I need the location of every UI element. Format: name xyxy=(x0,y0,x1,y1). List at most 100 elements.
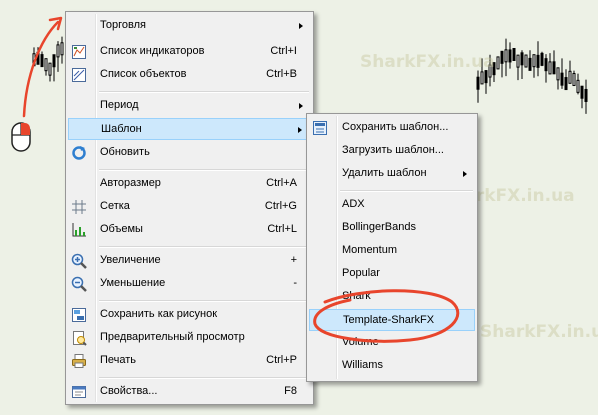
submenu-arrow-icon xyxy=(298,127,302,133)
candle-body xyxy=(576,79,580,93)
menu-item-trading[interactable]: Торговля xyxy=(68,15,311,37)
candle-body xyxy=(36,51,40,65)
menu-item-label: Список объектов xyxy=(100,68,187,80)
template-bollingerbands[interactable]: BollingerBands xyxy=(309,217,475,239)
candle-body xyxy=(556,67,560,81)
menu-item-label: Предварительный просмотр xyxy=(100,331,245,343)
menu-item-label: Объемы xyxy=(100,223,143,235)
candle-body xyxy=(580,85,584,99)
shortcut-label: Ctrl+P xyxy=(266,354,297,366)
menu-item-delete-template[interactable]: Удалить шаблон xyxy=(309,163,475,185)
menu-item-volumes[interactable]: Объемы Ctrl+L xyxy=(68,219,311,241)
menu-item-label: Сетка xyxy=(100,200,130,212)
menu-item-label: BollingerBands xyxy=(342,221,416,233)
shortcut-label: + xyxy=(290,254,297,266)
candle-body xyxy=(524,54,528,68)
candle-body xyxy=(544,58,548,72)
menu-item-label: Период xyxy=(100,99,139,111)
menu-item-print-preview[interactable]: Предварительный просмотр xyxy=(68,327,311,349)
refresh-icon xyxy=(71,145,87,161)
menu-item-save-template[interactable]: Сохранить шаблон... xyxy=(309,117,475,139)
printer-icon xyxy=(71,353,87,369)
candle-body xyxy=(540,52,544,66)
menu-item-label: Шаблон xyxy=(101,123,142,135)
candle-body xyxy=(572,73,576,87)
candle-body xyxy=(536,54,540,68)
template-volume[interactable]: Volume xyxy=(309,332,475,354)
menu-item-label: Торговля xyxy=(100,19,146,31)
candle-body xyxy=(480,71,484,85)
menu-item-label: Список индикаторов xyxy=(100,45,205,57)
candle-body xyxy=(532,54,536,68)
submenu-arrow-icon xyxy=(299,23,303,29)
menu-item-label: Увеличение xyxy=(100,254,161,266)
zoom-out-icon xyxy=(71,276,87,292)
menu-item-template[interactable]: Шаблон xyxy=(68,118,311,140)
menu-item-zoom-in[interactable]: Увеличение + xyxy=(68,250,311,272)
candle-body xyxy=(516,54,520,68)
menu-item-label: Shark xyxy=(342,290,371,302)
candle-body xyxy=(476,76,480,90)
shortcut-label: Ctrl+A xyxy=(266,177,297,189)
menu-item-label: Печать xyxy=(100,354,137,366)
template-submenu: Сохранить шаблон... Загрузить шаблон... … xyxy=(306,113,478,382)
menu-separator xyxy=(99,169,309,171)
shortcut-label: Ctrl+G xyxy=(264,200,297,212)
candle-body xyxy=(484,70,488,84)
candle-body xyxy=(504,49,508,63)
candle-body xyxy=(552,61,556,75)
candle-body xyxy=(60,42,64,56)
candle-body xyxy=(500,50,504,64)
shortcut-label: Ctrl+L xyxy=(267,223,297,235)
menu-item-label: Свойства... xyxy=(100,385,158,397)
candle-body xyxy=(520,52,524,66)
menu-separator xyxy=(99,377,309,379)
shortcut-label: Ctrl+B xyxy=(266,68,297,80)
template-williams[interactable]: Williams xyxy=(309,355,475,377)
save-template-icon xyxy=(312,120,328,136)
menu-item-zoom-out[interactable]: Уменьшение - xyxy=(68,273,311,295)
menu-separator xyxy=(99,300,309,302)
template-sharkfx[interactable]: Template-SharkFX xyxy=(309,309,475,331)
candle-body xyxy=(32,53,36,67)
candle-body xyxy=(44,58,48,72)
submenu-arrow-icon xyxy=(299,103,303,109)
candle-body xyxy=(508,49,512,63)
candle-body xyxy=(564,77,568,91)
menu-item-label: Сохранить как рисунок xyxy=(100,308,218,320)
shortcut-label: - xyxy=(293,277,297,289)
menu-separator xyxy=(340,190,473,192)
menu-item-label: Обновить xyxy=(100,146,150,158)
menu-item-autosize[interactable]: Авторазмер Ctrl+A xyxy=(68,173,311,195)
print-preview-icon xyxy=(71,330,87,346)
menu-separator xyxy=(99,91,309,93)
candle-body xyxy=(584,88,588,102)
menu-item-period[interactable]: Период xyxy=(68,95,311,117)
template-adx[interactable]: ADX xyxy=(309,194,475,216)
submenu-arrow-icon xyxy=(463,171,467,177)
candle-body xyxy=(48,62,52,76)
candle-body xyxy=(560,72,564,86)
menu-item-objects-list[interactable]: Список объектов Ctrl+B xyxy=(68,64,311,86)
menu-item-load-template[interactable]: Загрузить шаблон... xyxy=(309,140,475,162)
menu-item-save-as-picture[interactable]: Сохранить как рисунок xyxy=(68,304,311,326)
template-shark[interactable]: Shark xyxy=(309,286,475,308)
menu-item-indicators-list[interactable]: Список индикаторов Ctrl+I xyxy=(68,41,311,63)
menu-item-label: Momentum xyxy=(342,244,398,256)
menu-item-label: Удалить шаблон xyxy=(342,167,427,179)
menu-item-grid[interactable]: Сетка Ctrl+G xyxy=(68,196,311,218)
menu-item-refresh[interactable]: Обновить xyxy=(68,142,311,164)
menu-item-properties[interactable]: Свойства... F8 xyxy=(68,381,311,403)
menu-item-label: Сохранить шаблон... xyxy=(342,121,449,133)
zoom-in-icon xyxy=(71,253,87,269)
menu-item-print[interactable]: Печать Ctrl+P xyxy=(68,350,311,372)
template-popular[interactable]: Popular xyxy=(309,263,475,285)
grid-icon xyxy=(71,199,87,215)
objects-list-icon xyxy=(71,67,87,83)
menu-item-label: Загрузить шаблон... xyxy=(342,144,444,156)
menu-item-label: Template-SharkFX xyxy=(343,314,435,326)
menu-item-label: Уменьшение xyxy=(100,277,166,289)
template-momentum[interactable]: Momentum xyxy=(309,240,475,262)
menu-item-label: Popular xyxy=(342,267,380,279)
shortcut-label: Ctrl+I xyxy=(270,45,297,57)
